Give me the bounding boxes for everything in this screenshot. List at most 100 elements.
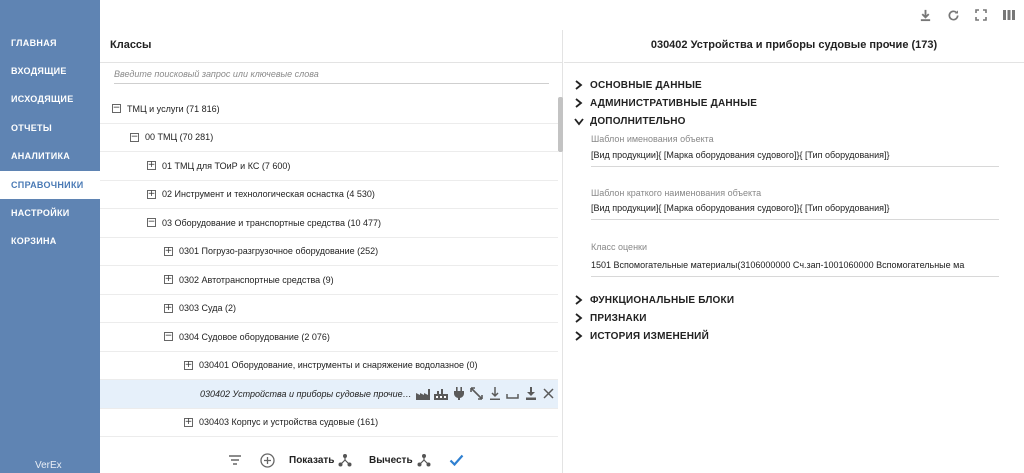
section-label: ФУНКЦИОНАЛЬНЫЕ БЛОКИ: [590, 294, 735, 306]
subtract-button[interactable]: Вычесть: [369, 453, 431, 467]
details-panel: 030402 Устройства и приборы судовые проч…: [564, 30, 1024, 473]
field-label-short-name-template: Шаблон краткого наименования объекта: [591, 188, 762, 198]
expand-toggle-icon[interactable]: +: [147, 161, 156, 171]
factory-alt-icon[interactable]: [433, 386, 448, 401]
tree-row[interactable]: + 02 Инструмент и технологическая оснаст…: [100, 181, 558, 209]
tree-row[interactable]: − 00 ТМЦ (70 281): [100, 124, 558, 152]
nav-item-settings[interactable]: НАСТРОЙКИ: [0, 199, 100, 227]
tree-row[interactable]: + 0303 Суда (2): [100, 295, 558, 323]
expand-toggle-icon[interactable]: +: [147, 189, 156, 199]
tree-scrollbar[interactable]: [558, 97, 563, 152]
tree-row-label[interactable]: 030403 Корпус и устройства судовые (161): [199, 417, 378, 427]
columns-icon[interactable]: [1000, 6, 1018, 24]
search-input[interactable]: [114, 64, 549, 84]
tree-row-label[interactable]: 03 Оборудование и транспортные средства …: [162, 218, 381, 228]
tree-row[interactable]: + 030401 Оборудование, инструменты и сна…: [100, 352, 558, 380]
nav-item-directories[interactable]: СПРАВОЧНИКИ: [0, 171, 100, 199]
tree-row-label[interactable]: 030402 Устройства и приборы судовые проч…: [200, 389, 414, 399]
expand-toggle-icon[interactable]: +: [164, 303, 173, 313]
refresh-icon[interactable]: [944, 6, 962, 24]
bottom-action-bar: Показать Вычесть: [100, 449, 563, 471]
expand-toggle-icon[interactable]: +: [184, 417, 193, 427]
filter-icon[interactable]: [224, 454, 242, 466]
tree-row[interactable]: + 01 ТМЦ для ТОиР и КС (7 600): [100, 152, 558, 181]
import-icon[interactable]: [523, 386, 538, 401]
nav-item-trash[interactable]: КОРЗИНА: [0, 227, 100, 255]
chevron-right-icon: [574, 80, 586, 90]
chevron-right-icon: [574, 313, 586, 323]
collapse-toggle-icon[interactable]: −: [164, 332, 173, 342]
show-button-label: Показать: [289, 454, 335, 466]
factory-icon[interactable]: [415, 386, 430, 401]
nav-item-outgoing[interactable]: ИСХОДЯЩИЕ: [0, 85, 100, 113]
section-label: ОСНОВНЫЕ ДАННЫЕ: [590, 79, 702, 91]
classes-panel: Классы − ТМЦ и услуги (71 816) − 00 ТМЦ …: [100, 30, 563, 473]
show-button[interactable]: Показать: [289, 453, 352, 467]
collapse-toggle-icon[interactable]: −: [112, 104, 121, 114]
move-down-icon[interactable]: [505, 386, 520, 401]
expand-toggle-icon[interactable]: +: [164, 246, 173, 256]
row-actions: [415, 386, 556, 401]
field-value-valuation-class[interactable]: 1501 Вспомогательные материалы(310600000…: [591, 260, 999, 277]
tree-row[interactable]: − 0304 Судовое оборудование (2 076): [100, 323, 558, 352]
section-label: АДМИНИСТРАТИВНЫЕ ДАННЫЕ: [590, 97, 758, 109]
field-value-name-template[interactable]: [Вид продукции]{ [Марка оборудования суд…: [591, 150, 999, 167]
tree-row[interactable]: + 030403 Корпус и устройства судовые (16…: [100, 409, 558, 437]
nav-item-reports[interactable]: ОТЧЕТЫ: [0, 114, 100, 142]
sidebar: ГЛАВНАЯ ВХОДЯЩИЕ ИСХОДЯЩИЕ ОТЧЕТЫ АНАЛИТ…: [0, 0, 100, 473]
tree-row-label[interactable]: 0303 Суда (2): [179, 303, 236, 313]
tree-row-selected[interactable]: 030402 Устройства и приборы судовые проч…: [100, 380, 558, 409]
nav-item-home[interactable]: ГЛАВНАЯ: [0, 29, 100, 57]
confirm-check-icon[interactable]: [445, 454, 464, 466]
close-icon[interactable]: [541, 386, 556, 401]
nav-item-analytics[interactable]: АНАЛИТИКА: [0, 142, 100, 170]
tree-row-label[interactable]: 02 Инструмент и технологическая оснастка…: [162, 189, 375, 199]
expand-arrows-icon[interactable]: [469, 386, 484, 401]
chevron-right-icon: [574, 98, 586, 108]
class-tree: − ТМЦ и услуги (71 816) − 00 ТМЦ (70 281…: [100, 95, 558, 437]
divider: [100, 62, 563, 63]
chevron-right-icon: [574, 331, 586, 341]
subtract-button-label: Вычесть: [369, 454, 413, 466]
download-line-icon[interactable]: [487, 386, 502, 401]
section-label: ПРИЗНАКИ: [590, 312, 647, 324]
tree-row-label[interactable]: 0301 Погрузо-разгрузочное оборудование (…: [179, 246, 378, 256]
tree-row-label[interactable]: 0304 Судовое оборудование (2 076): [179, 332, 330, 342]
section-attributes[interactable]: ПРИЗНАКИ: [574, 310, 647, 326]
expand-toggle-icon[interactable]: +: [184, 360, 193, 370]
section-change-history[interactable]: ИСТОРИЯ ИЗМЕНЕНИЙ: [574, 328, 709, 344]
tree-row[interactable]: − 03 Оборудование и транспортные средств…: [100, 209, 558, 238]
section-additional[interactable]: ДОПОЛНИТЕЛЬНО: [574, 113, 686, 129]
divider: [564, 62, 1024, 63]
tree-row-label[interactable]: 030401 Оборудование, инструменты и снаря…: [199, 360, 478, 370]
tree-row[interactable]: − ТМЦ и услуги (71 816): [100, 95, 558, 124]
section-label: ДОПОЛНИТЕЛЬНО: [590, 115, 686, 127]
brand-logo-text: VerEx: [35, 460, 62, 471]
tree-row-label[interactable]: ТМЦ и услуги (71 816): [127, 104, 220, 114]
details-title: 030402 Устройства и приборы судовые проч…: [650, 39, 938, 51]
top-toolbar: [916, 6, 1018, 24]
download-icon[interactable]: [916, 6, 934, 24]
tree-row[interactable]: + 0302 Автотранспортные средства (9): [100, 266, 558, 295]
section-main-data[interactable]: ОСНОВНЫЕ ДАННЫЕ: [574, 77, 702, 93]
collapse-toggle-icon[interactable]: −: [147, 218, 156, 228]
chevron-right-icon: [574, 295, 586, 305]
tree-row-label[interactable]: 00 ТМЦ (70 281): [145, 132, 213, 142]
fullscreen-icon[interactable]: [972, 6, 990, 24]
expand-toggle-icon[interactable]: +: [164, 275, 173, 285]
tree-row[interactable]: + 0301 Погрузо-разгрузочное оборудование…: [100, 238, 558, 266]
field-label-valuation-class: Класс оценки: [591, 242, 647, 252]
tree-row-label[interactable]: 01 ТМЦ для ТОиР и КС (7 600): [162, 161, 290, 171]
chevron-down-icon: [574, 117, 586, 126]
plug-icon[interactable]: [451, 386, 466, 401]
section-admin-data[interactable]: АДМИНИСТРАТИВНЫЕ ДАННЫЕ: [574, 95, 757, 111]
network-icon: [338, 454, 352, 467]
nav-item-incoming[interactable]: ВХОДЯЩИЕ: [0, 57, 100, 85]
field-label-name-template: Шаблон именования объекта: [591, 134, 714, 144]
classes-panel-title: Классы: [110, 39, 152, 51]
section-functional-blocks[interactable]: ФУНКЦИОНАЛЬНЫЕ БЛОКИ: [574, 292, 734, 308]
collapse-toggle-icon[interactable]: −: [130, 132, 139, 142]
add-circle-icon[interactable]: [256, 452, 275, 468]
tree-row-label[interactable]: 0302 Автотранспортные средства (9): [179, 275, 334, 285]
field-value-short-name-template[interactable]: [Вид продукции]{ [Марка оборудования суд…: [591, 203, 999, 220]
